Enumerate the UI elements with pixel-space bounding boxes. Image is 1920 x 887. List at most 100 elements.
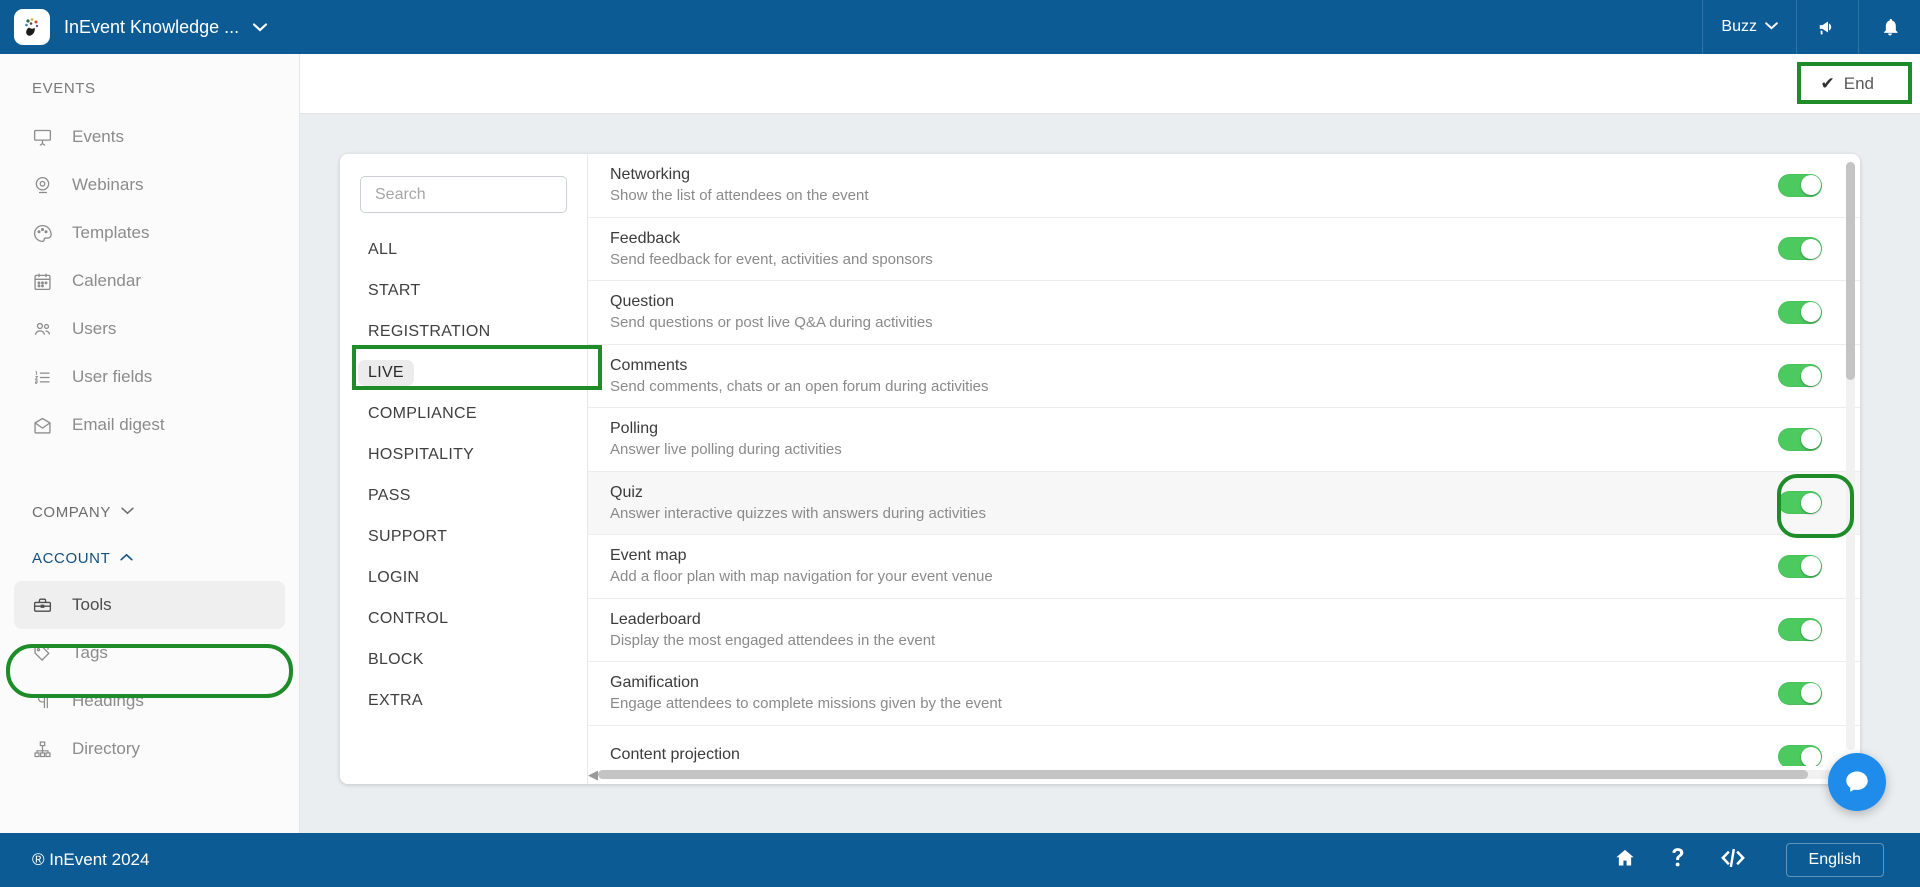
category-item-start[interactable]: START (340, 270, 587, 311)
toggle-knob (1800, 619, 1821, 640)
category-item-live[interactable]: LIVE (340, 352, 587, 393)
sidebar-item-tools[interactable]: Tools (14, 581, 285, 629)
tool-subtitle: Send feedback for event, activities and … (610, 250, 933, 268)
brand-selector[interactable]: InEvent Knowledge ... (0, 0, 300, 54)
sidebar-group-account[interactable]: ACCOUNT (0, 535, 299, 581)
horizontal-scrollbar[interactable] (598, 770, 1838, 779)
horizontal-scrollbar-thumb[interactable] (598, 770, 1808, 779)
sidebar-item-tags[interactable]: Tags (0, 629, 299, 677)
networking-toggle[interactable] (1778, 173, 1822, 197)
row-text: Question Send questions or post live Q&A… (610, 293, 1740, 331)
table-row[interactable]: Question Send questions or post live Q&A… (588, 281, 1860, 345)
table-row[interactable]: Feedback Send feedback for event, activi… (588, 218, 1860, 281)
sidebar-group-label: ACCOUNT (32, 549, 111, 567)
app-root: InEvent Knowledge ... Buzz EVENTS Events… (0, 0, 1920, 887)
table-row[interactable]: Leaderboard Display the most engaged att… (588, 599, 1860, 662)
sidebar-item-events[interactable]: Events (0, 113, 299, 161)
tool-title: Event map (610, 547, 687, 565)
tools-list-inner: Networking Show the list of attendees on… (588, 154, 1860, 766)
bell-icon[interactable] (1858, 0, 1920, 54)
row-text: Leaderboard Display the most engaged att… (610, 611, 1740, 649)
chevron-down-icon[interactable] (253, 20, 268, 35)
tool-subtitle: Send questions or post live Q&A during a… (610, 314, 933, 332)
question-toggle[interactable] (1778, 300, 1822, 324)
copyright-text: ® InEvent 2024 (32, 850, 150, 869)
sidebar-item-templates[interactable]: Templates (0, 209, 299, 257)
toggle-knob (1800, 365, 1821, 386)
language-selector[interactable]: English (1785, 843, 1884, 877)
vertical-scrollbar-thumb[interactable] (1846, 162, 1855, 380)
toggle-cell (1740, 427, 1860, 451)
sidebar-item-webinars[interactable]: Webinars (0, 161, 299, 209)
sidebar-item-email-digest[interactable]: Email digest (0, 401, 299, 449)
sidebar-item-calendar[interactable]: Calendar (0, 257, 299, 305)
sidebar-group-label: COMPANY (32, 503, 111, 521)
toggle-knob (1800, 302, 1821, 323)
row-text: Event map Add a floor plan with map navi… (610, 547, 1740, 585)
sidebar-item-user-fields[interactable]: User fields (0, 353, 299, 401)
table-row[interactable]: Gamification Engage attendees to complet… (588, 662, 1860, 726)
category-item-hospitality[interactable]: HOSPITALITY (340, 434, 587, 475)
toggle-knob (1800, 429, 1821, 450)
sidebar-group-company[interactable]: COMPANY (0, 489, 299, 535)
toggle-cell (1740, 173, 1860, 197)
toggle-cell (1740, 681, 1860, 705)
pilcrow-icon (32, 691, 62, 712)
comments-toggle[interactable] (1778, 364, 1822, 388)
topbar-actions: Buzz (1702, 0, 1920, 54)
category-item-all[interactable]: ALL (340, 229, 587, 270)
gamification-toggle[interactable] (1778, 681, 1822, 705)
category-item-registration[interactable]: REGISTRATION (340, 311, 587, 352)
table-row[interactable]: Content projection (588, 726, 1860, 766)
row-text: Feedback Send feedback for event, activi… (610, 230, 1740, 268)
tool-title: Quiz (610, 483, 643, 501)
sidebar-item-users[interactable]: Users (0, 305, 299, 353)
sidebar-item-directory[interactable]: Directory (0, 725, 299, 773)
toggle-knob (1800, 556, 1821, 577)
sidebar-item-label: Tools (72, 595, 112, 614)
row-text: Content projection (610, 746, 1740, 766)
code-icon[interactable] (1720, 848, 1746, 873)
category-item-pass[interactable]: PASS (340, 475, 587, 516)
sidebar-item-label: Calendar (72, 271, 141, 290)
tool-title: Networking (610, 166, 691, 184)
megaphone-icon[interactable] (1796, 0, 1858, 54)
table-row[interactable]: Polling Answer live polling during activ… (588, 408, 1860, 472)
tool-subtitle: Show the list of attendees on the event (610, 187, 869, 205)
question-mark-icon[interactable] (1670, 847, 1686, 874)
palette-icon (32, 223, 62, 244)
search-box[interactable] (360, 176, 567, 213)
tool-subtitle: Engage attendees to complete missions gi… (610, 695, 1002, 713)
event-map-toggle[interactable] (1778, 554, 1822, 578)
table-row[interactable]: Networking Show the list of attendees on… (588, 154, 1860, 218)
table-row[interactable]: Comments Send comments, chats or an open… (588, 345, 1860, 408)
content-projection-toggle[interactable] (1778, 745, 1822, 766)
quiz-toggle[interactable] (1778, 491, 1822, 515)
feedback-toggle[interactable] (1778, 237, 1822, 261)
toggle-knob (1800, 238, 1821, 259)
table-row[interactable]: Quiz Answer interactive quizzes with ans… (588, 471, 1860, 535)
toolbox-icon (32, 595, 62, 616)
sidebar-item-label: User fields (72, 367, 153, 386)
category-item-support[interactable]: SUPPORT (340, 516, 587, 557)
category-label: HOSPITALITY (368, 445, 475, 463)
scroll-left-arrow-icon[interactable]: ◀ (588, 767, 598, 783)
tool-title: Gamification (610, 674, 699, 692)
row-text: Polling Answer live polling during activ… (610, 420, 1740, 458)
end-button[interactable]: ✔ End (1808, 67, 1886, 100)
polling-toggle[interactable] (1778, 427, 1822, 451)
category-item-block[interactable]: BLOCK (340, 639, 587, 680)
tool-subtitle: Add a floor plan with map navigation for… (610, 568, 993, 586)
home-icon[interactable] (1614, 847, 1636, 874)
chat-bubble-icon[interactable] (1828, 753, 1886, 811)
leaderboard-toggle[interactable] (1778, 618, 1822, 642)
category-item-compliance[interactable]: COMPLIANCE (340, 393, 587, 434)
category-item-control[interactable]: CONTROL (340, 598, 587, 639)
category-item-extra[interactable]: EXTRA (340, 680, 587, 721)
vertical-scrollbar[interactable] (1846, 162, 1855, 750)
sidebar-item-headings[interactable]: Headings (0, 677, 299, 725)
search-input[interactable] (375, 185, 552, 204)
user-menu-button[interactable]: Buzz (1702, 0, 1796, 54)
category-item-login[interactable]: LOGIN (340, 557, 587, 598)
table-row[interactable]: Event map Add a floor plan with map navi… (588, 535, 1860, 599)
